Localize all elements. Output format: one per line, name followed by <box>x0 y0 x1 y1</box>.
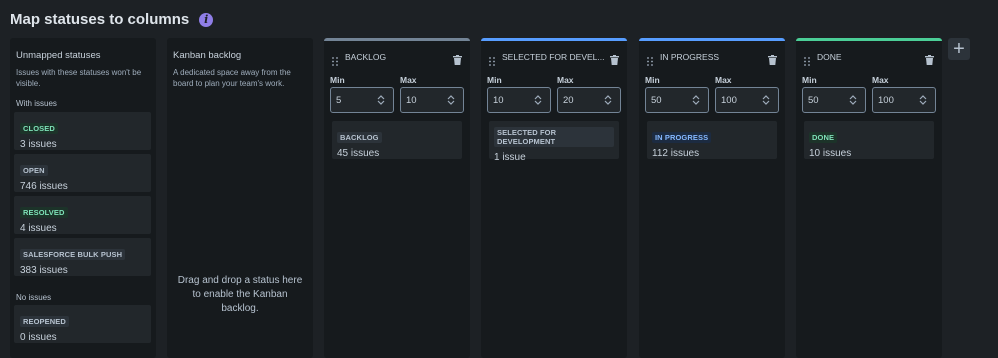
status-count: 10 issues <box>809 148 852 159</box>
status-card-done[interactable]: DONE 10 issues <box>804 121 934 159</box>
status-count: 4 issues <box>20 223 57 234</box>
trash-icon[interactable] <box>768 52 777 65</box>
status-count: 383 issues <box>20 265 68 276</box>
max-stepper[interactable]: 100 <box>872 87 936 113</box>
min-value[interactable]: 50 <box>651 95 692 106</box>
kanban-backlog-column[interactable]: Kanban backlog A dedicated space away fr… <box>167 38 313 358</box>
chevron-up-down-icon[interactable] <box>849 95 857 105</box>
kanban-subtitle: A dedicated space away from the board to… <box>173 68 291 88</box>
info-icon[interactable]: i <box>199 12 214 27</box>
chevron-up-down-icon[interactable] <box>919 95 927 105</box>
page-title: Map statuses to columns <box>10 11 190 28</box>
status-card-salesforce-bulk-push[interactable]: SALESFORCE BULK PUSH 383 issues <box>14 238 151 276</box>
chevron-up-down-icon[interactable] <box>692 95 700 105</box>
status-card-closed[interactable]: CLOSED 3 issues <box>14 112 151 150</box>
status-card-backlog[interactable]: BACKLOG 45 issues <box>332 121 462 159</box>
max-label: Max <box>400 75 417 85</box>
chevron-up-down-icon[interactable] <box>534 95 542 105</box>
board-column-in-progress[interactable]: IN PROGRESS Min Max 50 100 IN PROGRESS 1… <box>639 38 785 358</box>
status-card-resolved[interactable]: RESOLVED 4 issues <box>14 196 151 234</box>
column-name[interactable]: DONE <box>817 52 925 62</box>
column-header: SELECTED FOR DEVEL... <box>489 50 619 66</box>
status-card-in-progress[interactable]: IN PROGRESS 112 issues <box>647 121 777 159</box>
unmapped-heading: Unmapped statuses <box>16 50 101 61</box>
max-value[interactable]: 100 <box>721 95 762 106</box>
max-value[interactable]: 20 <box>563 95 604 106</box>
status-count: 45 issues <box>337 148 380 159</box>
min-label: Min <box>802 75 817 85</box>
kanban-drop-hint: Drag and drop a status here to enable th… <box>177 275 303 314</box>
kanban-heading: Kanban backlog <box>173 50 242 61</box>
column-header: DONE <box>804 50 934 66</box>
status-count: 746 issues <box>20 181 68 192</box>
status-lozenge: BACKLOG <box>337 132 382 143</box>
with-issues-label: With issues <box>16 99 57 108</box>
status-count: 3 issues <box>20 139 57 150</box>
chevron-up-down-icon[interactable] <box>762 95 770 105</box>
chevron-up-down-icon[interactable] <box>604 95 612 105</box>
drag-handle-icon[interactable] <box>647 53 653 66</box>
max-stepper[interactable]: 20 <box>557 87 621 113</box>
status-lozenge: CLOSED <box>20 123 58 134</box>
chevron-up-down-icon[interactable] <box>377 95 385 105</box>
status-card-open[interactable]: OPEN 746 issues <box>14 154 151 192</box>
chevron-up-down-icon[interactable] <box>447 95 455 105</box>
status-lozenge: REOPENED <box>20 316 69 327</box>
no-issues-label: No issues <box>16 293 52 302</box>
status-lozenge: RESOLVED <box>20 207 68 218</box>
column-header: IN PROGRESS <box>647 50 777 66</box>
plus-icon: + <box>953 38 965 60</box>
status-card-selected-for-development[interactable]: SELECTED FOR DEVELOPMENT 1 issue <box>489 121 619 163</box>
status-lozenge: IN PROGRESS <box>652 132 712 143</box>
max-label: Max <box>872 75 889 85</box>
add-column-button[interactable]: + <box>948 38 970 60</box>
max-stepper[interactable]: 10 <box>400 87 464 113</box>
min-label: Min <box>330 75 345 85</box>
min-label: Min <box>487 75 502 85</box>
status-count: 112 issues <box>652 148 700 159</box>
status-card-reopened[interactable]: REOPENED 0 issues <box>14 305 151 343</box>
min-stepper[interactable]: 10 <box>487 87 551 113</box>
status-lozenge: DONE <box>809 132 838 143</box>
column-name[interactable]: IN PROGRESS <box>660 52 768 62</box>
min-value[interactable]: 5 <box>336 95 377 106</box>
min-value[interactable]: 50 <box>808 95 849 106</box>
unmapped-subtitle: Issues with these statuses won't be visi… <box>16 68 142 88</box>
max-label: Max <box>715 75 732 85</box>
column-name[interactable]: BACKLOG <box>345 52 453 62</box>
board-column-selected-for-development[interactable]: SELECTED FOR DEVEL... Min Max 10 20 SELE… <box>481 38 627 358</box>
drag-handle-icon[interactable] <box>804 53 810 66</box>
trash-icon[interactable] <box>925 52 934 65</box>
max-label: Max <box>557 75 574 85</box>
status-lozenge: SELECTED FOR DEVELOPMENT <box>494 127 614 147</box>
min-stepper[interactable]: 50 <box>645 87 709 113</box>
min-stepper[interactable]: 5 <box>330 87 394 113</box>
board-column-done[interactable]: DONE Min Max 50 100 DONE 10 issues <box>796 38 942 358</box>
max-value[interactable]: 10 <box>406 95 447 106</box>
board-column-backlog[interactable]: BACKLOG Min Max 5 10 BACKLOG 45 issues <box>324 38 470 358</box>
page-title-row: Map statuses to columns i <box>10 11 214 28</box>
drag-handle-icon[interactable] <box>489 53 495 66</box>
trash-icon[interactable] <box>610 52 619 65</box>
status-lozenge: OPEN <box>20 165 48 176</box>
drag-handle-icon[interactable] <box>332 53 338 66</box>
min-value[interactable]: 10 <box>493 95 534 106</box>
max-stepper[interactable]: 100 <box>715 87 779 113</box>
status-lozenge: SALESFORCE BULK PUSH <box>20 249 126 260</box>
status-count: 0 issues <box>20 332 57 343</box>
column-header: BACKLOG <box>332 50 462 66</box>
unmapped-statuses-column: Unmapped statuses Issues with these stat… <box>10 38 156 358</box>
min-label: Min <box>645 75 660 85</box>
trash-icon[interactable] <box>453 52 462 65</box>
status-count: 1 issue <box>494 152 526 163</box>
max-value[interactable]: 100 <box>878 95 919 106</box>
min-stepper[interactable]: 50 <box>802 87 866 113</box>
column-name[interactable]: SELECTED FOR DEVEL... <box>502 52 610 62</box>
